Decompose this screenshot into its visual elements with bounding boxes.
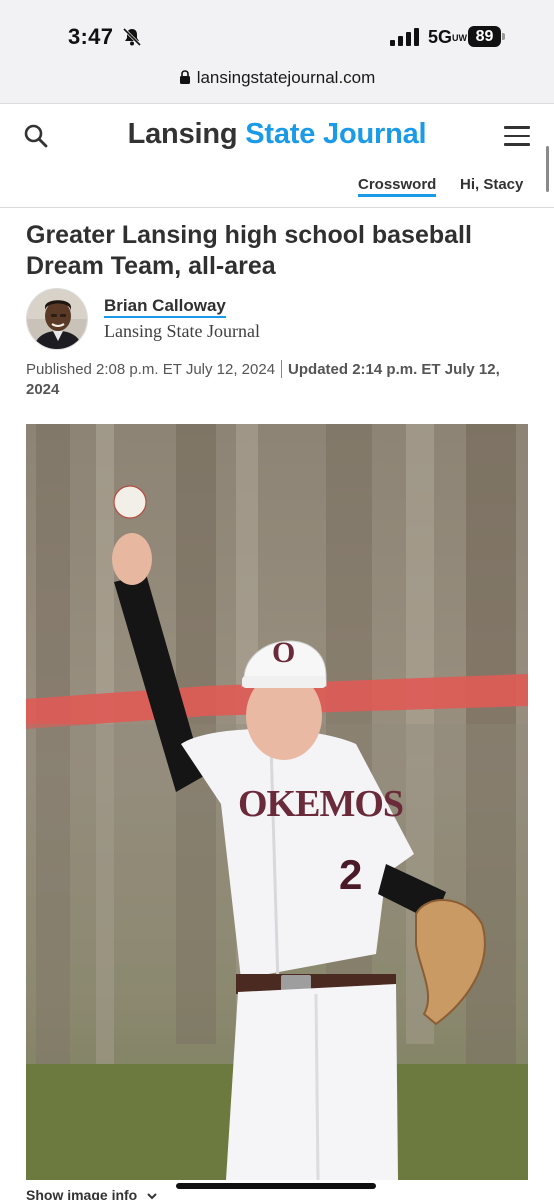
hamburger-menu-icon[interactable] <box>504 126 530 148</box>
published-date: Published 2:08 p.m. ET July 12, 2024 <box>26 361 276 378</box>
logo-part-state-journal: State Journal <box>245 118 427 150</box>
network-label: 5GUW <box>428 27 467 48</box>
cap-letter: O <box>272 636 295 669</box>
home-indicator[interactable] <box>176 1183 376 1189</box>
status-time: 3:47 <box>68 24 114 49</box>
battery-tip <box>502 33 505 40</box>
bell-slash-icon <box>122 27 142 47</box>
jersey-number: 2 <box>339 851 362 898</box>
network-type: 5G <box>428 27 453 47</box>
baseball-player-photo: OKEMOS 2 O <box>26 424 528 1180</box>
page-scrollbar[interactable] <box>546 146 549 192</box>
account-greeting[interactable]: Hi, Stacy <box>460 176 523 193</box>
author-avatar-image <box>27 289 87 349</box>
site-logo[interactable]: Lansing State Journal <box>0 118 554 151</box>
chevron-down-icon <box>147 1193 157 1200</box>
article-headline: Greater Lansing high school baseball Dre… <box>26 221 472 280</box>
site-header: Lansing State Journal Crossword Hi, Stac… <box>0 104 554 208</box>
battery-indicator: 89 <box>468 26 505 47</box>
logo-part-lansing: Lansing <box>127 118 238 150</box>
address-bar[interactable]: lansingstatejournal.com <box>0 68 554 94</box>
show-image-info-label: Show image info <box>26 1187 138 1200</box>
jersey-text: OKEMOS <box>238 783 403 825</box>
author-organization: Lansing State Journal <box>104 321 260 341</box>
crossword-link[interactable]: Crossword <box>358 176 437 197</box>
battery-level: 89 <box>468 26 501 47</box>
article-hero-photo[interactable]: OKEMOS 2 O <box>26 424 528 1180</box>
network-sub: UW <box>452 33 468 43</box>
date-separator <box>281 360 283 378</box>
signal-icon <box>390 28 419 46</box>
author-name-link[interactable]: Brian Calloway <box>104 296 226 318</box>
article-dates: Published 2:08 p.m. ET July 12, 2024 Upda… <box>26 360 530 400</box>
show-image-info-button[interactable]: Show image info <box>26 1187 157 1200</box>
author-avatar[interactable] <box>26 288 88 350</box>
browser-chrome: 3:47 5GUW 89 lansingstatejournal.com <box>0 0 554 104</box>
url-text: lansingstatejournal.com <box>196 68 376 87</box>
lock-icon <box>179 70 190 84</box>
